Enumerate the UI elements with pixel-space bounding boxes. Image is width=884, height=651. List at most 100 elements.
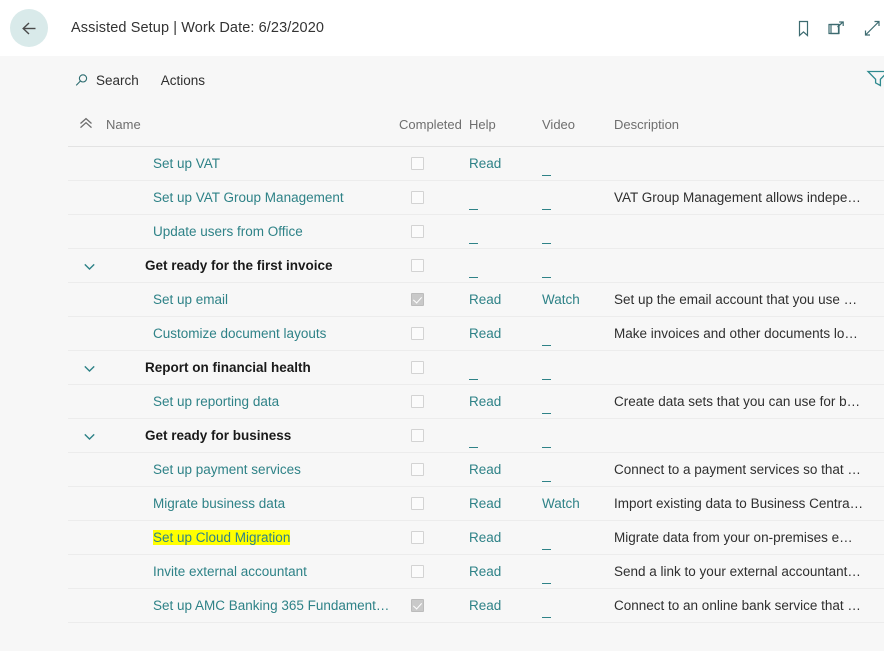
setup-name-link[interactable]: Set up reporting data: [106, 394, 279, 409]
help-cell: Read: [469, 452, 542, 486]
completed-checkbox[interactable]: [411, 258, 424, 272]
back-button[interactable]: [10, 9, 48, 47]
description-cell: Migrate data from your on-premises e…: [614, 529, 853, 545]
setup-name-link[interactable]: Invite external accountant: [106, 564, 307, 579]
setup-name-link[interactable]: Customize document layouts: [106, 326, 326, 341]
filter-button[interactable]: [866, 69, 884, 92]
table-row[interactable]: Set up reporting data Read Create data set…: [68, 384, 884, 418]
help-cell: Read: [469, 554, 542, 588]
help-link[interactable]: Read: [469, 564, 501, 579]
completed-checkbox[interactable]: [411, 598, 424, 612]
help-link[interactable]: Read: [469, 394, 501, 409]
completed-cell: [399, 384, 469, 418]
table-row[interactable]: Invite external accountant Read Send a lin…: [68, 554, 884, 588]
setup-name-link[interactable]: Set up payment services: [106, 462, 301, 477]
setup-name-link[interactable]: Update users from Office: [106, 224, 303, 239]
help-link[interactable]: Read: [469, 598, 501, 613]
table-row[interactable]: Report on financial health: [68, 350, 884, 384]
help-cell: [469, 350, 542, 384]
expand-diagonal-icon[interactable]: [863, 19, 882, 38]
column-header-completed[interactable]: Completed: [399, 104, 469, 146]
completed-checkbox[interactable]: [411, 326, 424, 340]
completed-checkbox[interactable]: [411, 224, 424, 238]
video-link[interactable]: Watch: [542, 292, 580, 307]
setup-name-cell: Set up Cloud Migration: [106, 520, 399, 554]
help-link[interactable]: Read: [469, 292, 501, 307]
completed-cell: [399, 520, 469, 554]
video-link[interactable]: Watch: [542, 496, 580, 511]
description-cell: Set up the email account that you use …: [614, 291, 858, 307]
column-header-description[interactable]: Description: [614, 104, 884, 146]
column-header-video[interactable]: Video: [542, 104, 614, 146]
completed-checkbox[interactable]: [411, 292, 424, 306]
completed-checkbox[interactable]: [411, 496, 424, 510]
completed-cell: [399, 180, 469, 214]
table-row[interactable]: Set up Cloud Migration Read Migrate data f…: [68, 520, 884, 554]
table-row[interactable]: Migrate business data Read Watch Import exi…: [68, 486, 884, 520]
chevron-down-icon: [83, 258, 96, 273]
completed-checkbox[interactable]: [411, 394, 424, 408]
table-row[interactable]: Set up VAT Read: [68, 146, 884, 180]
help-link[interactable]: Read: [469, 530, 501, 545]
completed-checkbox[interactable]: [411, 462, 424, 476]
help-cell: [469, 248, 542, 282]
completed-checkbox[interactable]: [411, 564, 424, 578]
bookmark-icon[interactable]: [795, 19, 812, 38]
help-cell: Read: [469, 282, 542, 316]
completed-cell: [399, 486, 469, 520]
table-row[interactable]: Customize document layouts Read Make invoi…: [68, 316, 884, 350]
setup-name-cell: Set up payment services: [106, 452, 399, 486]
table-row[interactable]: Update users from Office: [68, 214, 884, 248]
table-row[interactable]: Set up payment services Read Connect to a …: [68, 452, 884, 486]
help-link[interactable]: Read: [469, 496, 501, 511]
description-cell: Create data sets that you can use for b…: [614, 393, 861, 409]
setup-name-link[interactable]: Set up email: [106, 292, 228, 307]
setup-name-link[interactable]: Set up Cloud Migration: [153, 529, 291, 545]
table-row[interactable]: Set up AMC Banking 365 Fundament… Read Con…: [68, 588, 884, 622]
table-row[interactable]: Set up email Read Watch Set up the email ac…: [68, 282, 884, 316]
completed-checkbox[interactable]: [411, 156, 424, 170]
title-bar-actions: [795, 19, 880, 38]
open-in-new-window-icon[interactable]: [828, 19, 847, 38]
completed-cell: [399, 282, 469, 316]
description-cell: [614, 248, 884, 282]
row-indent: [68, 214, 106, 248]
search-icon: [74, 73, 89, 88]
help-cell: Read: [469, 146, 542, 180]
table-row[interactable]: Get ready for the first invoice: [68, 248, 884, 282]
video-cell: [542, 384, 614, 418]
setup-name-link[interactable]: Set up VAT: [106, 156, 220, 171]
help-link[interactable]: Read: [469, 156, 501, 171]
arrow-left-icon: [20, 19, 39, 38]
help-link[interactable]: Read: [469, 326, 501, 341]
group-name-cell: Report on financial health: [106, 350, 399, 384]
help-cell: Read: [469, 384, 542, 418]
description-cell: VAT Group Management allows indepe…: [614, 189, 861, 205]
table-row[interactable]: Get ready for business: [68, 418, 884, 452]
column-header-help[interactable]: Help: [469, 104, 542, 146]
group-toggle[interactable]: [68, 350, 106, 384]
completed-checkbox[interactable]: [411, 360, 424, 374]
completed-checkbox[interactable]: [411, 428, 424, 442]
collapse-all-button[interactable]: [68, 104, 106, 146]
command-bar: Search Actions: [0, 56, 884, 104]
actions-button[interactable]: Actions: [161, 73, 205, 88]
setup-name-link[interactable]: Set up VAT Group Management: [106, 190, 344, 205]
help-cell: [469, 180, 542, 214]
video-cell: [542, 554, 614, 588]
title-bar: Assisted Setup | Work Date: 6/23/2020: [0, 0, 884, 56]
setup-name-link[interactable]: Set up AMC Banking 365 Fundament…: [106, 598, 389, 613]
description-cell: [614, 350, 884, 384]
search-button[interactable]: Search: [74, 73, 139, 88]
setup-name-cell: Set up VAT: [106, 146, 399, 180]
description-cell: [614, 146, 884, 180]
setup-name-link[interactable]: Migrate business data: [106, 496, 285, 511]
column-header-name[interactable]: Name: [106, 104, 399, 146]
help-link[interactable]: Read: [469, 462, 501, 477]
completed-checkbox[interactable]: [411, 530, 424, 544]
completed-checkbox[interactable]: [411, 190, 424, 204]
table-row[interactable]: Set up VAT Group Management VAT Group Man…: [68, 180, 884, 214]
group-toggle[interactable]: [68, 418, 106, 452]
video-cell: Watch: [542, 282, 614, 316]
group-toggle[interactable]: [68, 248, 106, 282]
